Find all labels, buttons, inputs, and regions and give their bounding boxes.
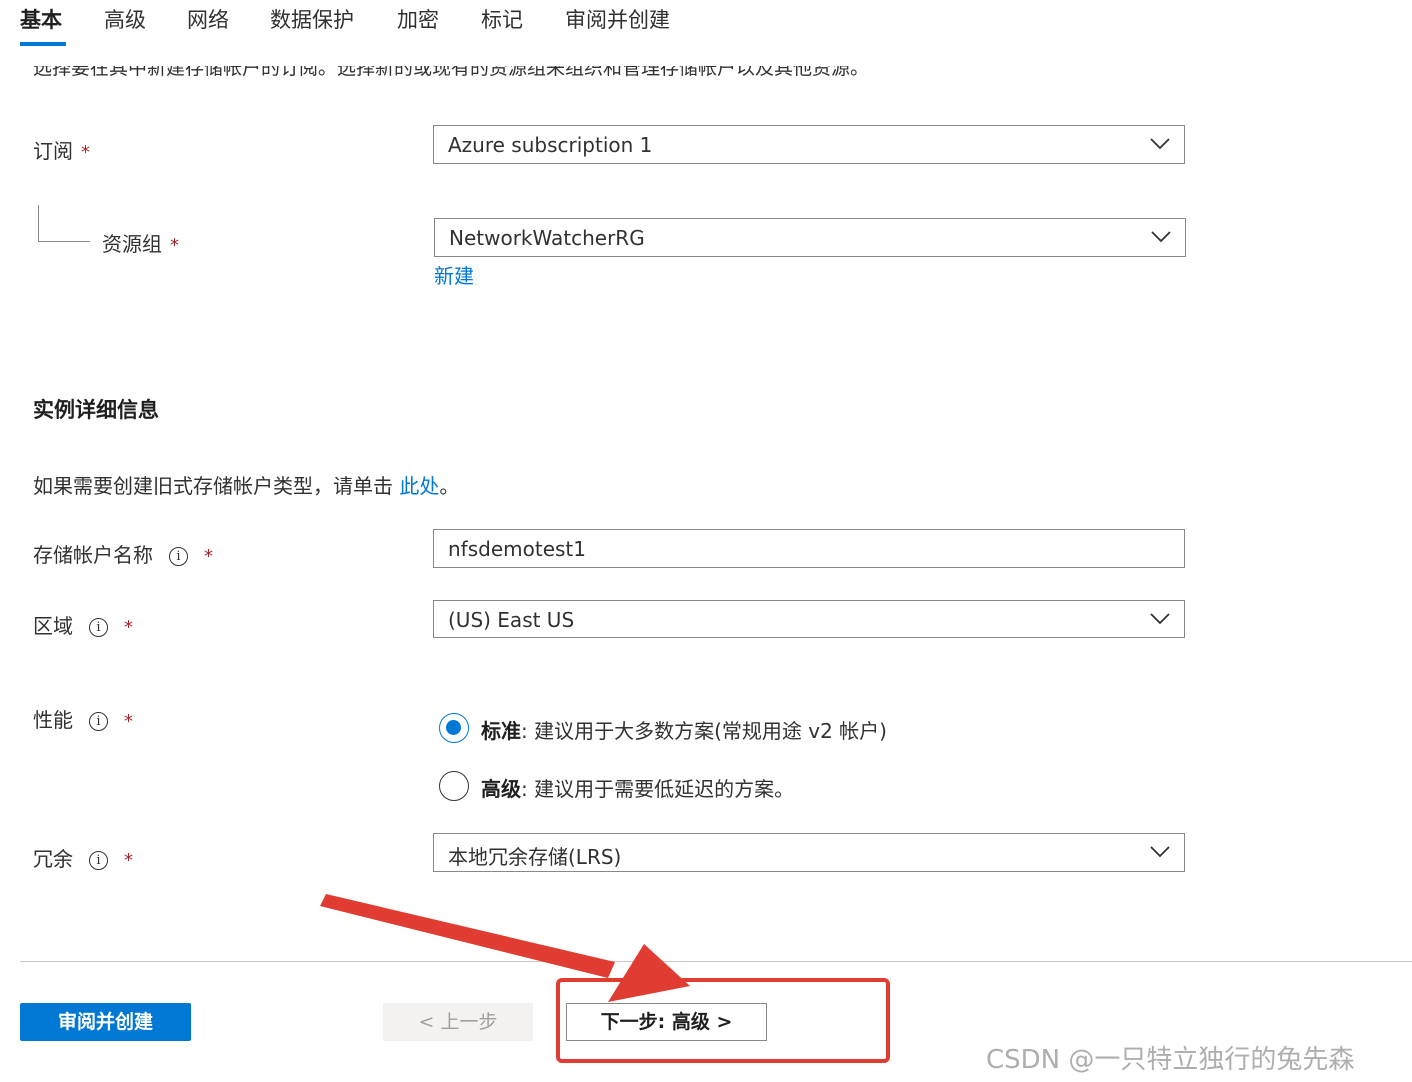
legacy-account-link[interactable]: 此处 <box>399 474 439 498</box>
chevron-down-icon <box>1151 231 1171 243</box>
performance-premium-label: 高级: 建议用于需要低延迟的方案。 <box>481 777 795 801</box>
storage-account-name-input[interactable] <box>433 529 1185 568</box>
performance-standard-radio[interactable] <box>439 713 469 743</box>
info-icon[interactable]: i <box>169 547 188 566</box>
tab-encryption[interactable]: 加密 <box>397 4 439 34</box>
previous-button[interactable]: < 上一步 <box>383 1003 533 1041</box>
legacy-account-text: 如果需要创建旧式存储帐户类型，请单击 此处。 <box>33 474 460 498</box>
tab-tags[interactable]: 标记 <box>481 4 523 34</box>
chevron-down-icon <box>1150 846 1170 858</box>
required-asterisk: * <box>124 711 133 732</box>
performance-premium-radio[interactable] <box>439 771 469 801</box>
storage-account-name-label: 存储帐户名称 i * <box>33 543 213 567</box>
tab-basics[interactable]: 基本 <box>20 4 62 34</box>
tree-connector-horizontal <box>38 241 90 242</box>
redundancy-value: 本地冗余存储(LRS) <box>448 845 622 869</box>
info-icon[interactable]: i <box>89 712 108 731</box>
region-label: 区域 i * <box>33 614 133 638</box>
required-asterisk: * <box>170 235 179 256</box>
resource-group-value: NetworkWatcherRG <box>449 226 645 250</box>
instance-details-heading: 实例详细信息 <box>33 398 159 422</box>
watermark: CSDN @一只特立独行的兔先森 <box>986 1045 1355 1075</box>
performance-standard-label: 标准: 建议用于大多数方案(常规用途 v2 帐户) <box>481 719 887 743</box>
region-dropdown[interactable]: (US) East US <box>433 600 1185 638</box>
tab-networking[interactable]: 网络 <box>187 4 229 34</box>
tab-advanced[interactable]: 高级 <box>104 4 146 34</box>
tree-connector <box>38 205 39 241</box>
subscription-dropdown[interactable]: Azure subscription 1 <box>433 125 1185 164</box>
required-asterisk: * <box>124 617 133 638</box>
highlight-box <box>556 978 890 1063</box>
active-tab-indicator <box>20 42 66 46</box>
required-asterisk: * <box>124 850 133 871</box>
tab-data-protection[interactable]: 数据保护 <box>270 4 354 34</box>
project-description: 选择要在其中新建存储帐户的订阅。选择新的或现有的资源组来组织和管理存储帐户以及其… <box>33 66 870 79</box>
tab-bar: 基本 高级 网络 数据保护 加密 标记 审阅并创建 <box>0 0 1412 60</box>
performance-label: 性能 i * <box>33 708 133 732</box>
redundancy-label: 冗余 i * <box>33 847 133 871</box>
resource-group-label: 资源组 * <box>102 232 179 256</box>
subscription-value: Azure subscription 1 <box>448 133 653 157</box>
create-new-resource-group-link[interactable]: 新建 <box>434 260 474 289</box>
region-value: (US) East US <box>448 608 575 632</box>
required-asterisk: * <box>204 546 213 567</box>
required-asterisk: * <box>81 142 90 163</box>
chevron-down-icon <box>1150 138 1170 150</box>
info-icon[interactable]: i <box>89 851 108 870</box>
resource-group-dropdown[interactable]: NetworkWatcherRG <box>434 218 1186 257</box>
redundancy-dropdown[interactable]: 本地冗余存储(LRS) <box>433 833 1185 872</box>
chevron-down-icon <box>1150 613 1170 625</box>
tab-review-create[interactable]: 审阅并创建 <box>565 4 670 34</box>
footer-divider <box>20 961 1412 962</box>
subscription-label: 订阅 * <box>33 139 90 163</box>
review-create-button[interactable]: 审阅并创建 <box>20 1003 191 1041</box>
info-icon[interactable]: i <box>89 618 108 637</box>
